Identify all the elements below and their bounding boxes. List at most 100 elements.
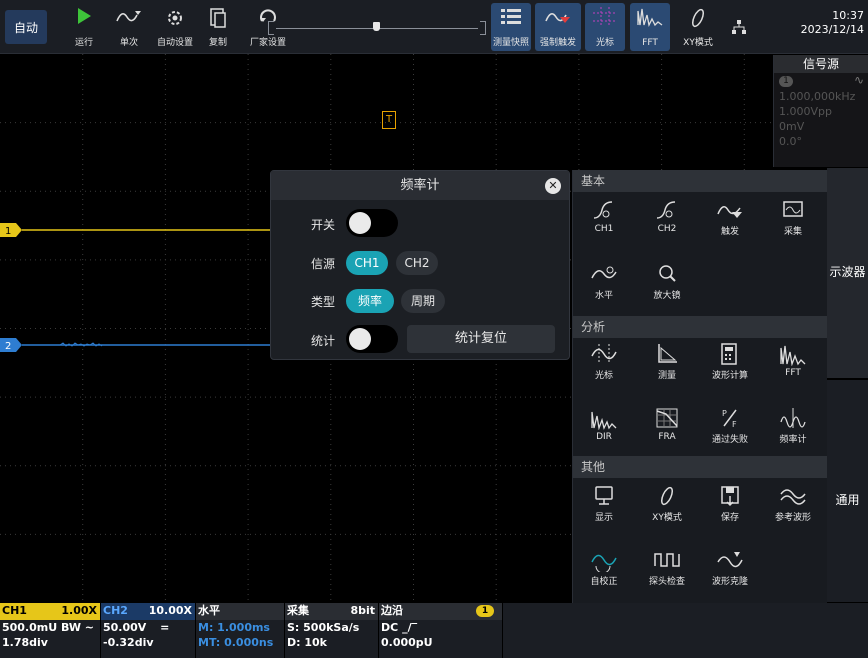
sine-wave-icon: ∿ (853, 73, 864, 87)
fft-icon (780, 345, 806, 366)
tab-oscilloscope[interactable]: 示波器 (827, 168, 868, 378)
menu-item-waveform-clone[interactable]: 波形克隆 (699, 548, 761, 604)
play-icon (78, 8, 91, 24)
rising-edge-icon: _/‾ (402, 621, 418, 634)
menu-item-magnifier[interactable]: 放大镜 (636, 262, 698, 318)
svg-text:2: 2 (5, 341, 11, 352)
horizontal-status[interactable]: 水平 M: 1.000ms MT: 0.000ns (196, 603, 285, 658)
type-period-option[interactable]: 周期 (401, 289, 445, 313)
section-basic: 基本 (573, 170, 828, 192)
menu-item-cursor[interactable]: 光标 (573, 342, 635, 398)
ch2-icon (656, 201, 676, 219)
copy-label: 复制 (208, 38, 227, 48)
cursor-button[interactable]: 光标 (585, 3, 625, 51)
save-icon (721, 486, 739, 507)
position-marker[interactable] (373, 22, 380, 31)
frequency-counter-dialog: 频率计 ✕ 开关 信源 CH1 CH2 类型 频率 周期 统计 统计复位 (270, 170, 570, 360)
network-icon (732, 20, 746, 34)
menu-item-self-calibration[interactable]: 自校正 (573, 548, 635, 604)
menu-item-fra[interactable]: FRA (636, 406, 698, 462)
menu-item-waveform-math[interactable]: 波形计算 (699, 342, 761, 398)
fft-button[interactable]: FFT (630, 3, 670, 51)
type-label: 类型 (311, 295, 336, 309)
svg-text:F: F (732, 420, 737, 429)
auto-setup-label: 自动设置 (156, 38, 193, 48)
measure-icon (658, 344, 677, 363)
menu-item-ch2[interactable]: CH2 (636, 198, 698, 254)
menu-item-display[interactable]: 显示 (573, 484, 635, 540)
close-icon[interactable]: ✕ (545, 178, 561, 194)
clock-time: 10:37 (832, 9, 864, 22)
horizontal-icon (591, 266, 617, 279)
single-trigger-icon (116, 11, 141, 22)
acquire-icon (783, 201, 803, 217)
menu-item-probe-check[interactable]: 探头检查 (636, 548, 698, 604)
copy-icon (210, 8, 226, 28)
frequency-counter-icon (780, 408, 806, 428)
cursor-icon (591, 344, 617, 364)
menu-item-ch1[interactable]: CH1 (573, 198, 635, 254)
single-label: 单次 (119, 38, 138, 48)
menu-item-pass-fail[interactable]: PF 通过失败 (699, 406, 761, 462)
menu-item-fft[interactable]: FFT (762, 342, 824, 398)
source-ch2-option[interactable]: CH2 (396, 251, 438, 275)
source-offset: 0mV (779, 120, 805, 133)
source-frequency: 1.000,000kHz (779, 90, 856, 103)
cursor-icon (593, 7, 617, 27)
pass-fail-icon: PF (722, 409, 737, 429)
ch2-marker[interactable]: 2 (0, 338, 22, 352)
stats-label: 统计 (311, 334, 336, 348)
force-trigger-icon (545, 13, 570, 23)
reference-waveform-icon (780, 489, 806, 505)
source-amplitude: 1.000Vpp (779, 105, 832, 118)
force-trigger-button[interactable]: 强制触发 (535, 3, 581, 51)
function-menu: 基本 CH1 CH2 触发 采集 水平 放大镜 分析 光标 测量 波形计算 FF… (572, 170, 828, 604)
counter-switch[interactable] (346, 209, 398, 237)
clock-date: 2023/12/14 (800, 23, 864, 36)
cursor-label: 光标 (595, 38, 614, 48)
self-calibration-icon (591, 554, 617, 572)
source-ch1-option[interactable]: CH1 (346, 251, 388, 275)
square-wave-icon (654, 553, 680, 567)
copy-button[interactable]: 复制 (200, 3, 236, 51)
measure-snapshot-icon (501, 9, 521, 24)
xy-mode-label: XY模式 (683, 38, 713, 48)
run-label: 运行 (74, 38, 93, 48)
ch2-status[interactable]: CH2 10.00X 50.00V = -0.32div (101, 603, 196, 658)
fft-label: FFT (642, 38, 658, 48)
tab-general[interactable]: 通用 (827, 380, 868, 602)
signal-source-panel[interactable]: 信号源 1 ∿ 1.000,000kHz 1.000Vpp 0mV 0.0° (773, 55, 868, 167)
measure-snapshot-label: 测量快照 (492, 38, 529, 48)
measure-snapshot-button[interactable]: 测量快照 (491, 3, 531, 51)
single-button[interactable]: 单次 (108, 3, 150, 51)
xy-mode-button[interactable]: XY模式 (676, 3, 720, 51)
trigger-status[interactable]: 边沿 1 DC _/‾ 0.000pU (379, 603, 503, 658)
auto-mode-button[interactable]: 自动 (5, 10, 47, 44)
run-button[interactable]: 运行 (62, 3, 106, 51)
menu-item-horizontal[interactable]: 水平 (573, 262, 635, 318)
menu-item-reference-waveform[interactable]: 参考波形 (762, 484, 824, 540)
auto-setup-button[interactable]: 自动设置 (152, 3, 198, 51)
type-frequency-option[interactable]: 频率 (346, 289, 394, 313)
menu-item-xy-mode[interactable]: XY模式 (636, 484, 698, 540)
trigger-position-marker[interactable]: T (382, 111, 396, 129)
stats-reset-button[interactable]: 统计复位 (407, 325, 555, 353)
acquire-status[interactable]: 采集 8bit S: 500kSa/s D: 10k (285, 603, 379, 658)
source-channel-badge: 1 (779, 76, 793, 87)
menu-item-trigger[interactable]: 触发 (699, 198, 761, 254)
ch1-status[interactable]: CH1 1.00X 500.0mU BW ~ 1.78div (0, 603, 101, 658)
menu-item-acquire[interactable]: 采集 (762, 198, 824, 254)
menu-item-dir[interactable]: DIR (573, 406, 635, 462)
xy-mode-icon (691, 8, 705, 28)
factory-reset-label: 厂家设置 (249, 38, 286, 48)
menu-item-measure[interactable]: 测量 (636, 342, 698, 398)
source-label: 信源 (311, 257, 336, 271)
source-phase: 0.0° (779, 135, 802, 148)
section-analysis: 分析 (573, 316, 828, 338)
ch1-marker[interactable]: 1 (0, 223, 22, 237)
horizontal-position-bar[interactable] (266, 20, 488, 36)
menu-item-frequency-counter[interactable]: 频率计 (762, 406, 824, 462)
menu-item-save[interactable]: 保存 (699, 484, 761, 540)
stats-switch[interactable] (346, 325, 398, 353)
xy-mode-icon (660, 486, 674, 506)
